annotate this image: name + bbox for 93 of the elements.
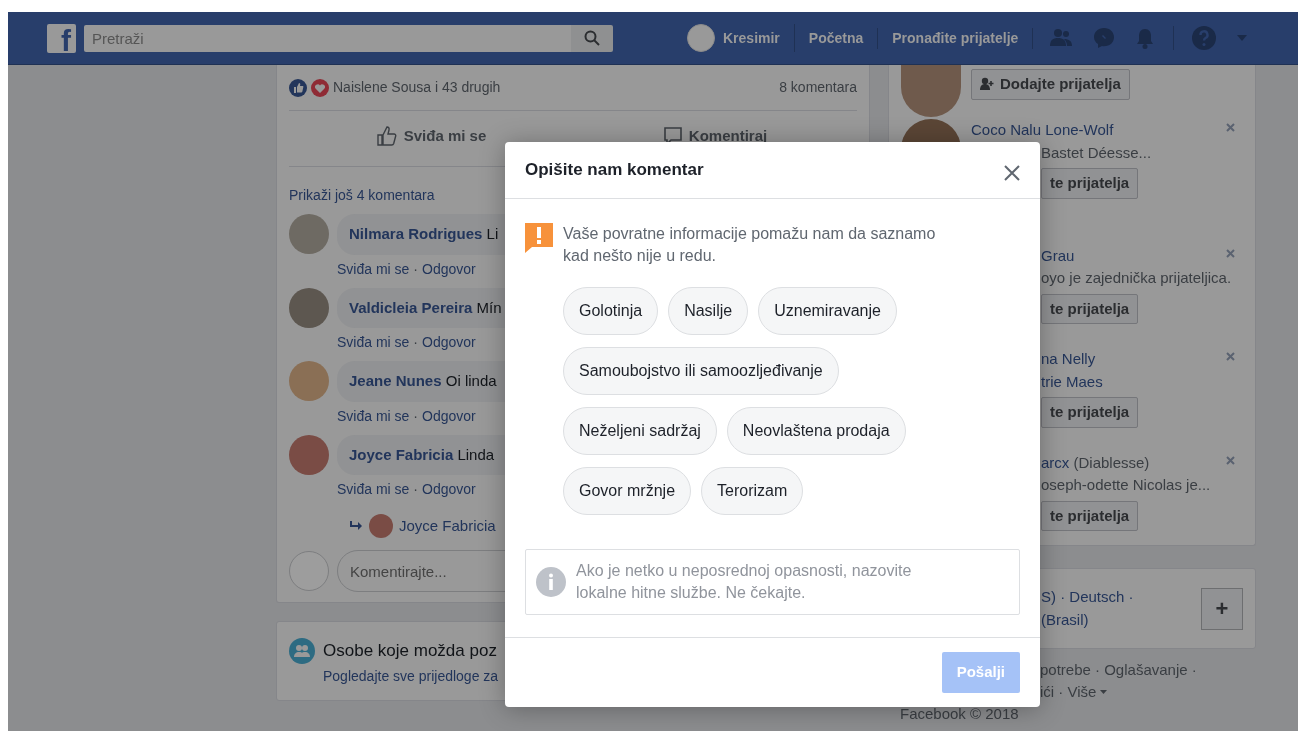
friend-name[interactable]: na Nelly <box>1041 348 1096 371</box>
logo[interactable]: f <box>47 23 76 53</box>
category-option[interactable]: Neželjeni sadržaj <box>563 407 717 456</box>
reply-author-link[interactable]: Joyce Fabricia <box>399 514 496 538</box>
category-option[interactable]: Terorizam <box>701 467 804 516</box>
like-link[interactable]: Sviđa mi se <box>337 479 410 500</box>
category-option[interactable]: Nasilje <box>668 287 749 336</box>
avatar-photo <box>289 214 329 254</box>
friend-alias: (Diablesse) <box>1072 453 1150 471</box>
caret-icon <box>1100 690 1108 694</box>
help-icon[interactable] <box>1192 26 1217 50</box>
friend-name[interactable]: Coco Nalu Lone-Wolf <box>971 119 1114 142</box>
avatar-photo <box>369 514 393 538</box>
footer-links[interactable]: ići · Više <box>1040 681 1097 703</box>
reply-link[interactable]: Odgovor <box>422 332 476 353</box>
bell-icon[interactable] <box>1135 27 1156 49</box>
search-field[interactable]: Pretraži <box>84 24 571 52</box>
comment-button[interactable]: Komentiraj <box>573 125 857 148</box>
dialog-title: Opišite nam komentar <box>525 160 704 181</box>
add-friend-button[interactable]: te prijatelja <box>1041 293 1139 324</box>
add-language-button[interactable]: + <box>1201 587 1243 630</box>
avatar-placeholder <box>289 551 329 591</box>
like-button[interactable]: Sviđa mi se <box>289 125 573 148</box>
reactions-summary[interactable]: Naislene Sousa i 43 drugih <box>333 77 501 98</box>
comment-author[interactable]: Nilmara Rodrigues <box>349 225 483 242</box>
friend-name[interactable]: Grau <box>1041 244 1075 267</box>
avatar-photo <box>289 434 329 475</box>
comment-text: Mín <box>475 298 502 316</box>
comment-count[interactable]: 8 komentara <box>779 77 857 98</box>
reply-link[interactable]: Odgovor <box>422 479 476 500</box>
separator: · <box>413 259 419 279</box>
category-option[interactable]: Uznemiravanje <box>758 287 897 336</box>
reply-arrow-icon <box>349 520 363 532</box>
profile-avatar <box>687 24 715 52</box>
like-icon <box>289 78 307 97</box>
language-links[interactable]: S) · Deutsch · <box>1041 586 1134 609</box>
profile-link[interactable]: Kresimir <box>673 24 795 52</box>
nav-link[interactable]: Početna <box>794 27 879 49</box>
like-link[interactable]: Sviđa mi se <box>337 332 410 353</box>
nav-link[interactable]: Pronađite prijatelje <box>878 27 1034 49</box>
people-icon <box>289 638 315 664</box>
reply-link[interactable]: Odgovor <box>422 405 476 427</box>
friend-name[interactable]: arcx (Diablesse) <box>1041 451 1150 474</box>
notice-text: Ako je netko u neposrednoj opasnosti, nazovite lokalne hitne službe. Ne čekajte. <box>576 561 913 604</box>
separator: · <box>413 480 419 499</box>
mutual-friends-text: oseph-odette Nicolas je... <box>1041 475 1211 495</box>
copyright: Facebook © 2018 <box>900 704 1020 724</box>
comment-author[interactable]: Joyce Fabricia <box>349 445 454 463</box>
alert-icon <box>525 223 553 254</box>
friends-icon[interactable] <box>1049 28 1074 48</box>
footer-links[interactable]: potrebe · Oglašavanje · <box>1040 659 1197 681</box>
reply-link[interactable]: Odgovor <box>422 258 476 280</box>
close-icon[interactable] <box>1226 123 1235 132</box>
close-icon[interactable] <box>1226 248 1235 258</box>
messenger-icon[interactable] <box>1093 27 1116 49</box>
more-comments-link[interactable]: Prikaži još 4 komentara <box>289 185 435 206</box>
comment-text: Linda <box>456 445 495 463</box>
avatar-photo <box>289 361 329 401</box>
people-card-title: Osobe koje možda poz <box>323 640 498 662</box>
category-option[interactable]: Golotinja <box>563 287 659 336</box>
comment-author[interactable]: Valdicleia Pereira <box>349 298 473 316</box>
separator: · <box>413 406 419 426</box>
close-button[interactable] <box>1004 162 1020 179</box>
add-friend-button[interactable]: Dodajte prijatelja <box>971 69 1130 100</box>
mutual-friends-text: Bastet Déesse... <box>1041 142 1152 163</box>
add-friend-button[interactable]: te prijatelja <box>1041 500 1139 531</box>
category-option[interactable]: Samoubojstvo ili samoozljeđivanje <box>563 347 839 396</box>
close-icon[interactable] <box>1226 455 1235 465</box>
close-icon <box>1004 165 1020 182</box>
like-link[interactable]: Sviđa mi se <box>337 405 410 427</box>
category-option[interactable]: Neovlaštena prodaja <box>726 407 906 456</box>
close-icon[interactable] <box>1226 352 1235 361</box>
mutual-friends-text: oyo je zajednička prijateljica. <box>1041 268 1232 288</box>
intro-text: Vaše povratne informacije pomažu nam da saznamo kad nešto nije u redu. <box>563 224 937 267</box>
search-button[interactable] <box>571 24 613 52</box>
add-person-icon <box>980 77 994 92</box>
add-friend-button[interactable]: te prijatelja <box>1041 397 1139 428</box>
search-icon <box>584 30 600 46</box>
caret-icon[interactable] <box>1236 34 1249 42</box>
comment-text: Oi linda <box>444 372 497 389</box>
add-friend-button[interactable]: te prijatelja <box>1041 168 1139 199</box>
thumb-icon <box>375 125 398 148</box>
friend-name[interactable]: trie Maes <box>1041 370 1103 393</box>
comment-author[interactable]: Jeane Nunes <box>349 372 442 389</box>
language-links[interactable]: (Brasil) <box>1041 608 1134 631</box>
comment-text: Li <box>485 225 499 242</box>
info-icon <box>536 567 566 598</box>
like-link[interactable]: Sviđa mi se <box>337 258 410 280</box>
avatar-photo <box>901 65 961 117</box>
avatar-photo <box>289 287 329 328</box>
separator: · <box>413 333 419 352</box>
category-option[interactable]: Govor mržnje <box>563 467 692 516</box>
suggestions-link[interactable]: Pogledajte sve prijedloge za <box>323 665 499 687</box>
